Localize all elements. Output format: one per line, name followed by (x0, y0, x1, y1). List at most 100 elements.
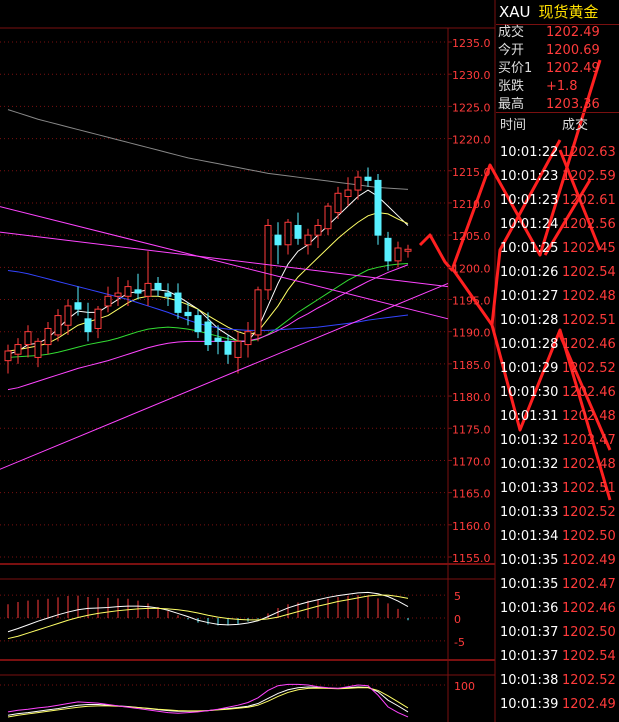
tick-row: 10:01:35 1202.49 (496, 549, 619, 573)
price-axis: 1235.0 1230.0 1225.0 1220.0 1215.0 1210.0 1205… (448, 37, 491, 693)
kdj-line (7, 687, 409, 718)
candle-body (294, 224, 302, 239)
candle-body (264, 224, 272, 291)
candle-body (334, 192, 342, 214)
candle-body (394, 247, 402, 262)
tick-time: 10:01:25 (500, 241, 559, 256)
y-tick-label: 1190.0 (452, 327, 491, 340)
candle-body (214, 337, 222, 342)
candle-body (104, 295, 112, 307)
tick-row: 10:01:33 1202.52 (496, 501, 619, 525)
y-tick-label: 1155.0 (452, 552, 491, 565)
symbol-name: 现货黄金 (538, 3, 599, 21)
tick-price: 1202.48 (562, 289, 616, 304)
macd-chart (7, 591, 409, 640)
tick-row: 10:01:29 1202.52 (496, 357, 619, 381)
candle-body (254, 289, 262, 336)
candle-body (384, 237, 392, 262)
tick-price: 1202.51 (562, 481, 616, 496)
tick-price: 1202.45 (562, 241, 616, 256)
candle-body (324, 205, 332, 230)
tick-price: 1202.61 (562, 193, 616, 208)
tick-price: 1202.46 (562, 337, 616, 352)
tick-price: 1202.49 (562, 697, 616, 712)
tick-time: 10:01:27 (500, 289, 559, 304)
tick-time: 10:01:28 (500, 313, 559, 328)
tick-time: 10:01:39 (500, 697, 559, 712)
candle-body (74, 302, 82, 310)
tick-time: 10:01:24 (500, 217, 559, 232)
tick-time: 10:01:22 (500, 145, 559, 160)
tick-row: 10:01:22 1202.63 (496, 141, 619, 165)
candle-body (24, 331, 32, 346)
y-tick-label: 1215.0 (452, 166, 491, 179)
symbol-code: XAU (499, 3, 531, 21)
tick-time: 10:01:35 (500, 577, 559, 592)
tick-row: 10:01:34 1202.50 (496, 525, 619, 549)
quote-label: 今开 (498, 43, 525, 58)
tick-time: 10:01:29 (500, 361, 559, 376)
candle-body (4, 350, 12, 362)
quote-value: 1200.69 (546, 43, 600, 58)
quote-value: 1202.49 (546, 61, 600, 76)
tick-row: 10:01:39 1202.49 (496, 693, 619, 717)
tick-row: 10:01:35 1202.47 (496, 573, 619, 597)
tick-price: 1202.52 (562, 361, 616, 376)
y-tick-label: 1170.0 (452, 455, 491, 468)
tick-price: 1202.48 (562, 409, 616, 424)
y-tick-label: -5 (454, 636, 465, 649)
tick-price: 1202.56 (562, 217, 616, 232)
tick-price: 1202.59 (562, 169, 616, 184)
kdj-chart (7, 683, 409, 718)
candle-body (234, 340, 242, 358)
y-tick-label: 1230.0 (452, 69, 491, 82)
tick-row: 10:01:33 1202.51 (496, 477, 619, 501)
tick-row: 10:01:38 1202.52 (496, 669, 619, 693)
tick-time: 10:01:32 (500, 457, 559, 472)
y-tick-label: 1225.0 (452, 101, 491, 114)
tick-price: 1202.50 (562, 529, 616, 544)
quote-row: 成交 1202.49 (496, 24, 619, 42)
tick-time: 10:01:32 (500, 433, 559, 448)
ticks-header-time: 时间 (500, 118, 527, 133)
tick-row: 10:01:32 1202.47 (496, 429, 619, 453)
y-tick-label: 5 (454, 590, 461, 603)
tick-time: 10:01:23 (500, 169, 559, 184)
y-tick-label: 1160.0 (452, 520, 491, 533)
symbol-header: XAU 现货黄金 (496, 0, 619, 25)
tick-row: 10:01:23 1202.59 (496, 165, 619, 189)
tick-row: 10:01:37 1202.50 (496, 621, 619, 645)
tick-time: 10:01:30 (500, 385, 559, 400)
y-tick-label: 1185.0 (452, 359, 491, 372)
y-tick-label: 0 (454, 613, 461, 626)
tick-row: 10:01:27 1202.48 (496, 285, 619, 309)
quote-row: 张跌 +1.8 (496, 78, 619, 96)
candle-body (14, 344, 22, 355)
tick-row: 10:01:23 1202.61 (496, 189, 619, 213)
tick-price: 1202.54 (562, 649, 616, 664)
y-tick-label: 1220.0 (452, 134, 491, 147)
quote-row: 今开 1200.69 (496, 42, 619, 60)
candle-body (54, 315, 62, 336)
y-tick-label: 1210.0 (452, 198, 491, 211)
candle-body (174, 292, 182, 313)
candle-body (94, 308, 102, 329)
kdj-line (7, 683, 409, 718)
tick-row: 10:01:30 1202.46 (496, 381, 619, 405)
candle-body (284, 221, 292, 246)
tick-row: 10:01:26 1202.54 (496, 261, 619, 285)
ticks-header: 时间 成交 (496, 112, 619, 139)
tick-time: 10:01:36 (500, 601, 559, 616)
trend-line (0, 231, 449, 288)
candle-body (64, 305, 72, 326)
tick-row: 10:01:24 1202.56 (496, 213, 619, 237)
candlestick-chart (4, 109, 412, 391)
candle-body (164, 292, 172, 297)
tick-row: 10:01:28 1202.51 (496, 309, 619, 333)
tick-price: 1202.63 (562, 145, 616, 160)
tick-row: 10:01:28 1202.46 (496, 333, 619, 357)
candle-body (304, 234, 312, 246)
tick-row: 10:01:25 1202.45 (496, 237, 619, 261)
candle-body (274, 234, 282, 246)
tick-row: 10:01:32 1202.48 (496, 453, 619, 477)
